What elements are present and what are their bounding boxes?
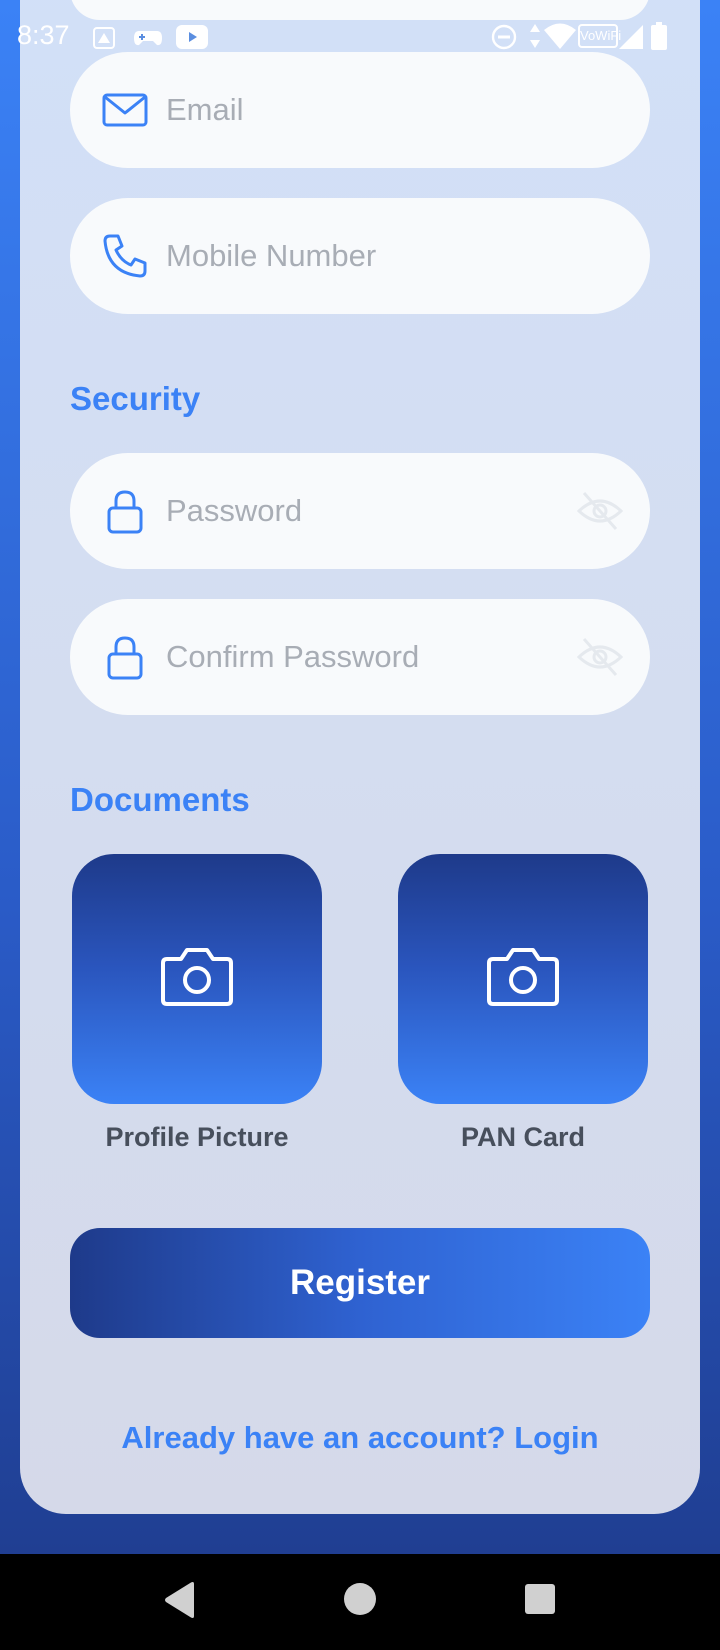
documents-section-title: Documents bbox=[70, 781, 250, 818]
password-placeholder: Password bbox=[166, 493, 303, 528]
password-field[interactable]: Password bbox=[70, 453, 650, 569]
eye-off-icon[interactable] bbox=[576, 635, 624, 679]
home-icon[interactable] bbox=[343, 1582, 377, 1616]
email-placeholder: Email bbox=[166, 92, 244, 127]
eye-off-icon[interactable] bbox=[576, 489, 624, 533]
pan-card-label: PAN Card bbox=[460, 1122, 586, 1152]
camera-icon bbox=[161, 948, 233, 1006]
security-section-title: Security bbox=[70, 380, 201, 417]
app-notification-icon bbox=[93, 27, 115, 49]
pan-card-upload[interactable] bbox=[398, 854, 648, 1104]
wifi-icon bbox=[544, 23, 576, 49]
confirm-password-field[interactable]: Confirm Password bbox=[70, 599, 650, 715]
navigation-bar bbox=[0, 1554, 720, 1650]
profile-picture-label: Profile Picture bbox=[105, 1122, 289, 1152]
gamepad-icon bbox=[134, 31, 162, 46]
mobile-number-field[interactable]: Mobile Number bbox=[70, 198, 650, 314]
battery-icon bbox=[651, 22, 667, 50]
profile-picture-upload[interactable] bbox=[72, 854, 322, 1104]
email-field[interactable]: Email bbox=[70, 52, 650, 168]
confirm-password-placeholder: Confirm Password bbox=[166, 639, 420, 674]
mail-icon bbox=[102, 93, 148, 127]
do-not-disturb-icon bbox=[491, 24, 517, 50]
youtube-icon bbox=[176, 25, 208, 49]
recents-icon[interactable] bbox=[524, 1583, 556, 1615]
mobile-number-placeholder: Mobile Number bbox=[166, 238, 377, 273]
vowifi-badge: VoWiFi bbox=[578, 24, 621, 48]
login-link[interactable]: Already have an account? Login bbox=[70, 1420, 650, 1456]
status-time: 8:37 bbox=[17, 20, 70, 50]
lock-icon bbox=[107, 636, 143, 680]
back-icon[interactable] bbox=[162, 1580, 196, 1620]
camera-icon bbox=[487, 948, 559, 1006]
phone-icon bbox=[103, 234, 147, 278]
signal-icon bbox=[619, 25, 643, 49]
lock-icon bbox=[107, 490, 143, 534]
register-button[interactable]: Register bbox=[70, 1228, 650, 1338]
data-arrows-icon bbox=[530, 24, 540, 48]
